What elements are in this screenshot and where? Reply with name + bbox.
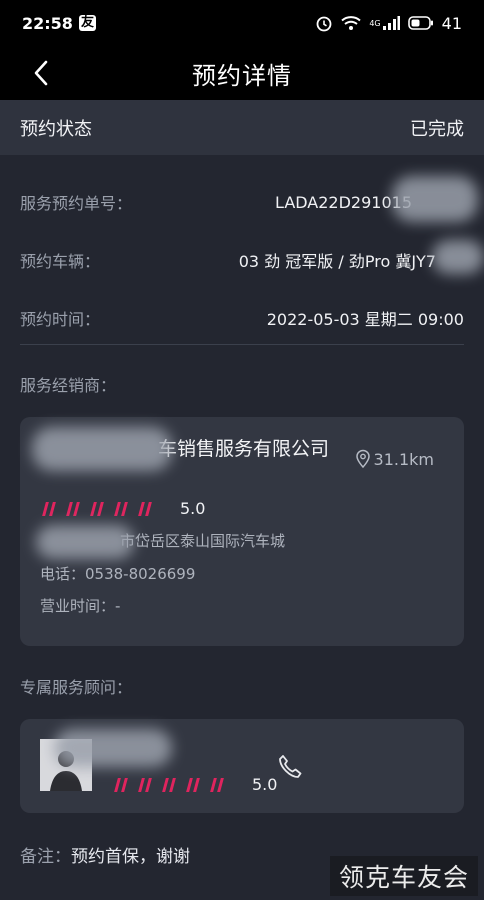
rating-star-icon <box>64 500 88 518</box>
status-right: 4G 41 <box>315 14 462 33</box>
watermark: 领克车友会 <box>330 856 478 896</box>
status-bar: 22:58 友 4G 41 <box>0 0 484 46</box>
vehicle-value: 03 劲 冠军版 / 劲Pro 冀JY7 <box>238 252 436 271</box>
chevron-left-icon <box>34 60 48 86</box>
dealer-rating: 5.0 <box>40 499 205 518</box>
vehicle-row: 预约车辆： 03 劲 冠军版 / 劲Pro 冀JY7 <box>20 248 464 272</box>
blurred-advisor-name <box>54 729 172 767</box>
location-pin-icon <box>355 449 370 469</box>
network-type: 4G <box>369 18 381 28</box>
status-left: 22:58 友 <box>22 14 96 33</box>
dealer-card[interactable]: 车销售服务有限公司 31.1km 5.0 市岱岳区泰山国际汽车城 电话：0538… <box>20 417 464 646</box>
clock: 22:58 <box>22 13 73 33</box>
rating-star-icon <box>136 500 160 518</box>
nav-bar: 预约详情 <box>0 46 484 100</box>
rating-star-icon <box>40 500 64 518</box>
remark: 备注：预约首保，谢谢 <box>20 842 190 867</box>
dealer-address-text: 市岱岳区泰山国际汽车城 <box>120 532 286 550</box>
blurred-dealer-name <box>32 427 172 471</box>
rating-star-icon <box>184 776 208 794</box>
dealer-phone[interactable]: 电话：0538-8026699 <box>40 563 195 584</box>
rating-star-icon <box>112 776 136 794</box>
advisor-rating: 5.0 <box>112 775 277 794</box>
reservation-time-value: 2022-05-03 星期二 09:00 <box>266 310 464 329</box>
distance: 31.1km <box>355 449 434 469</box>
page-title: 预约详情 <box>192 61 292 90</box>
rating-star-icon <box>112 500 136 518</box>
reservation-status-row: 预约状态 已完成 <box>0 100 484 155</box>
dealer-section-label: 服务经销商： <box>20 376 117 395</box>
carrier-badge-icon: 友 <box>78 15 96 31</box>
distance-value: 31.1km <box>373 449 434 469</box>
rating-star-icon <box>136 776 160 794</box>
remark-label: 备注： <box>20 847 71 867</box>
call-button[interactable] <box>276 753 306 783</box>
battery-icon <box>407 16 434 30</box>
vehicle-label: 预约车辆： <box>20 252 101 271</box>
reservation-status-label: 预约状态 <box>20 118 92 140</box>
reservation-status-value: 已完成 <box>410 118 464 140</box>
reservation-time-label: 预约时间： <box>20 310 101 329</box>
blurred-order-number <box>392 176 478 222</box>
rating-star-icon <box>88 500 112 518</box>
dealer-rating-value: 5.0 <box>180 499 206 518</box>
divider <box>20 344 464 345</box>
advisor-section-label: 专属服务顾问： <box>20 678 133 697</box>
remark-value: 预约首保，谢谢 <box>71 847 190 867</box>
blurred-address <box>36 525 134 559</box>
signal-icon: 4G <box>369 15 400 31</box>
advisor-card[interactable]: 5.0 <box>20 719 464 813</box>
alarm-icon <box>315 14 333 32</box>
advisor-rating-value: 5.0 <box>252 775 278 794</box>
dealer-hours: 营业时间：- <box>40 597 121 615</box>
dealer-name-text: 车销售服务有限公司 <box>158 438 330 460</box>
blurred-plate <box>432 240 484 274</box>
reservation-time-row: 预约时间： 2022-05-03 星期二 09:00 <box>20 306 464 330</box>
battery-level: 41 <box>441 13 462 33</box>
rating-star-icon <box>208 776 232 794</box>
phone-icon <box>279 755 302 778</box>
back-button[interactable] <box>24 54 58 92</box>
order-number-label: 服务预约单号： <box>20 194 133 213</box>
wifi-icon <box>341 15 362 31</box>
rating-star-icon <box>160 776 184 794</box>
